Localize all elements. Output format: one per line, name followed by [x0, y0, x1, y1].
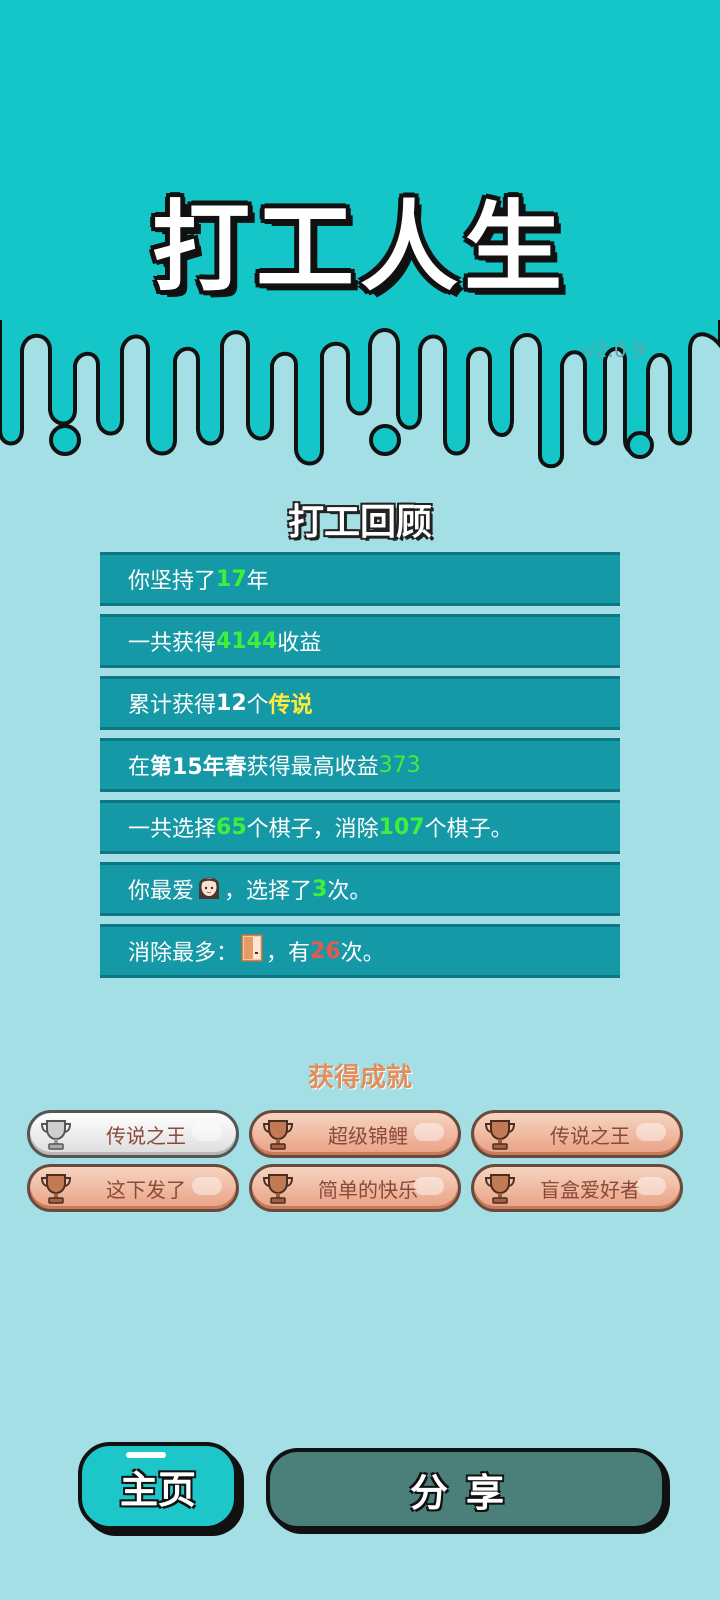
- home-button[interactable]: 主页: [78, 1442, 238, 1530]
- achievement-badge[interactable]: 传说之王: [471, 1110, 683, 1158]
- achievement-badge[interactable]: 盲盒爱好者: [471, 1164, 683, 1212]
- achievement-badge[interactable]: 简单的快乐: [249, 1164, 461, 1212]
- stat-text: ，有: [266, 941, 311, 966]
- achievement-badge[interactable]: 传说之王: [27, 1110, 239, 1158]
- stat-text: 累计获得: [128, 693, 217, 718]
- stat-text: 消除最多：: [128, 941, 239, 966]
- version-label: v2.0.9: [583, 338, 646, 362]
- stat-text: 在: [128, 755, 151, 780]
- stat-value: 4144: [216, 628, 278, 654]
- share-button[interactable]: 分享: [266, 1448, 666, 1530]
- trophy-icon: [262, 1120, 294, 1150]
- stat-row-favorite: 你最爱 ，选择了 3 次。: [100, 862, 620, 916]
- stat-row-pieces: 一共选择 65 个棋子，消除 107 个棋子。: [100, 800, 620, 854]
- stat-row-legends: 累计获得 12 个传说: [100, 676, 620, 730]
- stat-text: 获得最高收益: [246, 755, 379, 780]
- stat-row-best-season: 在 第15年春 获得最高收益 373: [100, 738, 620, 792]
- stat-highlight: 传说: [268, 693, 313, 718]
- share-button-label: 分享: [409, 1470, 522, 1515]
- stat-text: 你最爱: [128, 879, 195, 904]
- achievement-badge[interactable]: 超级锦鲤: [249, 1110, 461, 1158]
- button-highlight: [126, 1452, 166, 1458]
- stat-text: 个棋子，消除: [246, 817, 379, 842]
- stat-row-income: 一共获得 4144 收益: [100, 614, 620, 668]
- stat-value: 17: [216, 566, 247, 592]
- badge-shine: [636, 1123, 666, 1141]
- trophy-icon: [262, 1174, 294, 1204]
- achievements-title: 获得成就: [307, 1063, 412, 1093]
- stat-value: 107: [378, 814, 425, 840]
- review-title: 打工回顾: [287, 502, 432, 543]
- stat-season: 第15年春: [150, 755, 247, 780]
- stat-value: 12: [216, 690, 247, 716]
- stat-text: 个棋子。: [424, 817, 513, 842]
- door-icon: [240, 933, 264, 969]
- stat-text: 年: [246, 569, 269, 594]
- trophy-icon: [484, 1174, 516, 1204]
- badge-shine: [636, 1177, 666, 1195]
- app-title: 打工人生: [151, 191, 568, 305]
- stat-text: ，选择了: [224, 879, 313, 904]
- stat-text: 次。: [340, 941, 385, 966]
- stat-row-years: 你坚持了 17 年: [100, 552, 620, 606]
- stat-text: 个: [246, 693, 269, 718]
- stat-row-most-cleared: 消除最多： ，有 26 次。: [100, 924, 620, 978]
- stat-value: 26: [310, 938, 341, 964]
- stat-text: 收益: [277, 631, 322, 656]
- achievement-badge[interactable]: 这下发了: [27, 1164, 239, 1212]
- header-banner: 打工人生 v2.0.9: [0, 0, 720, 480]
- badge-shine: [192, 1123, 222, 1141]
- stat-text: 一共获得: [128, 631, 217, 656]
- stat-value: 373: [378, 752, 421, 778]
- stat-text: 次。: [327, 879, 372, 904]
- home-button-label: 主页: [119, 1467, 196, 1512]
- stat-value: 65: [216, 814, 247, 840]
- trophy-icon: [40, 1174, 72, 1204]
- badge-shine: [414, 1177, 444, 1195]
- stat-text: 一共选择: [128, 817, 217, 842]
- trophy-icon: [40, 1120, 72, 1150]
- girl-face-icon: [196, 871, 222, 907]
- badge-shine: [414, 1123, 444, 1141]
- stat-text: 你坚持了: [128, 569, 217, 594]
- badge-shine: [192, 1177, 222, 1195]
- stat-value: 3: [312, 876, 328, 902]
- review-stats-list: 你坚持了 17 年 一共获得 4144 收益 累计获得 12 个传说 在 第15年春 获得最…: [100, 552, 620, 986]
- trophy-icon: [484, 1120, 516, 1150]
